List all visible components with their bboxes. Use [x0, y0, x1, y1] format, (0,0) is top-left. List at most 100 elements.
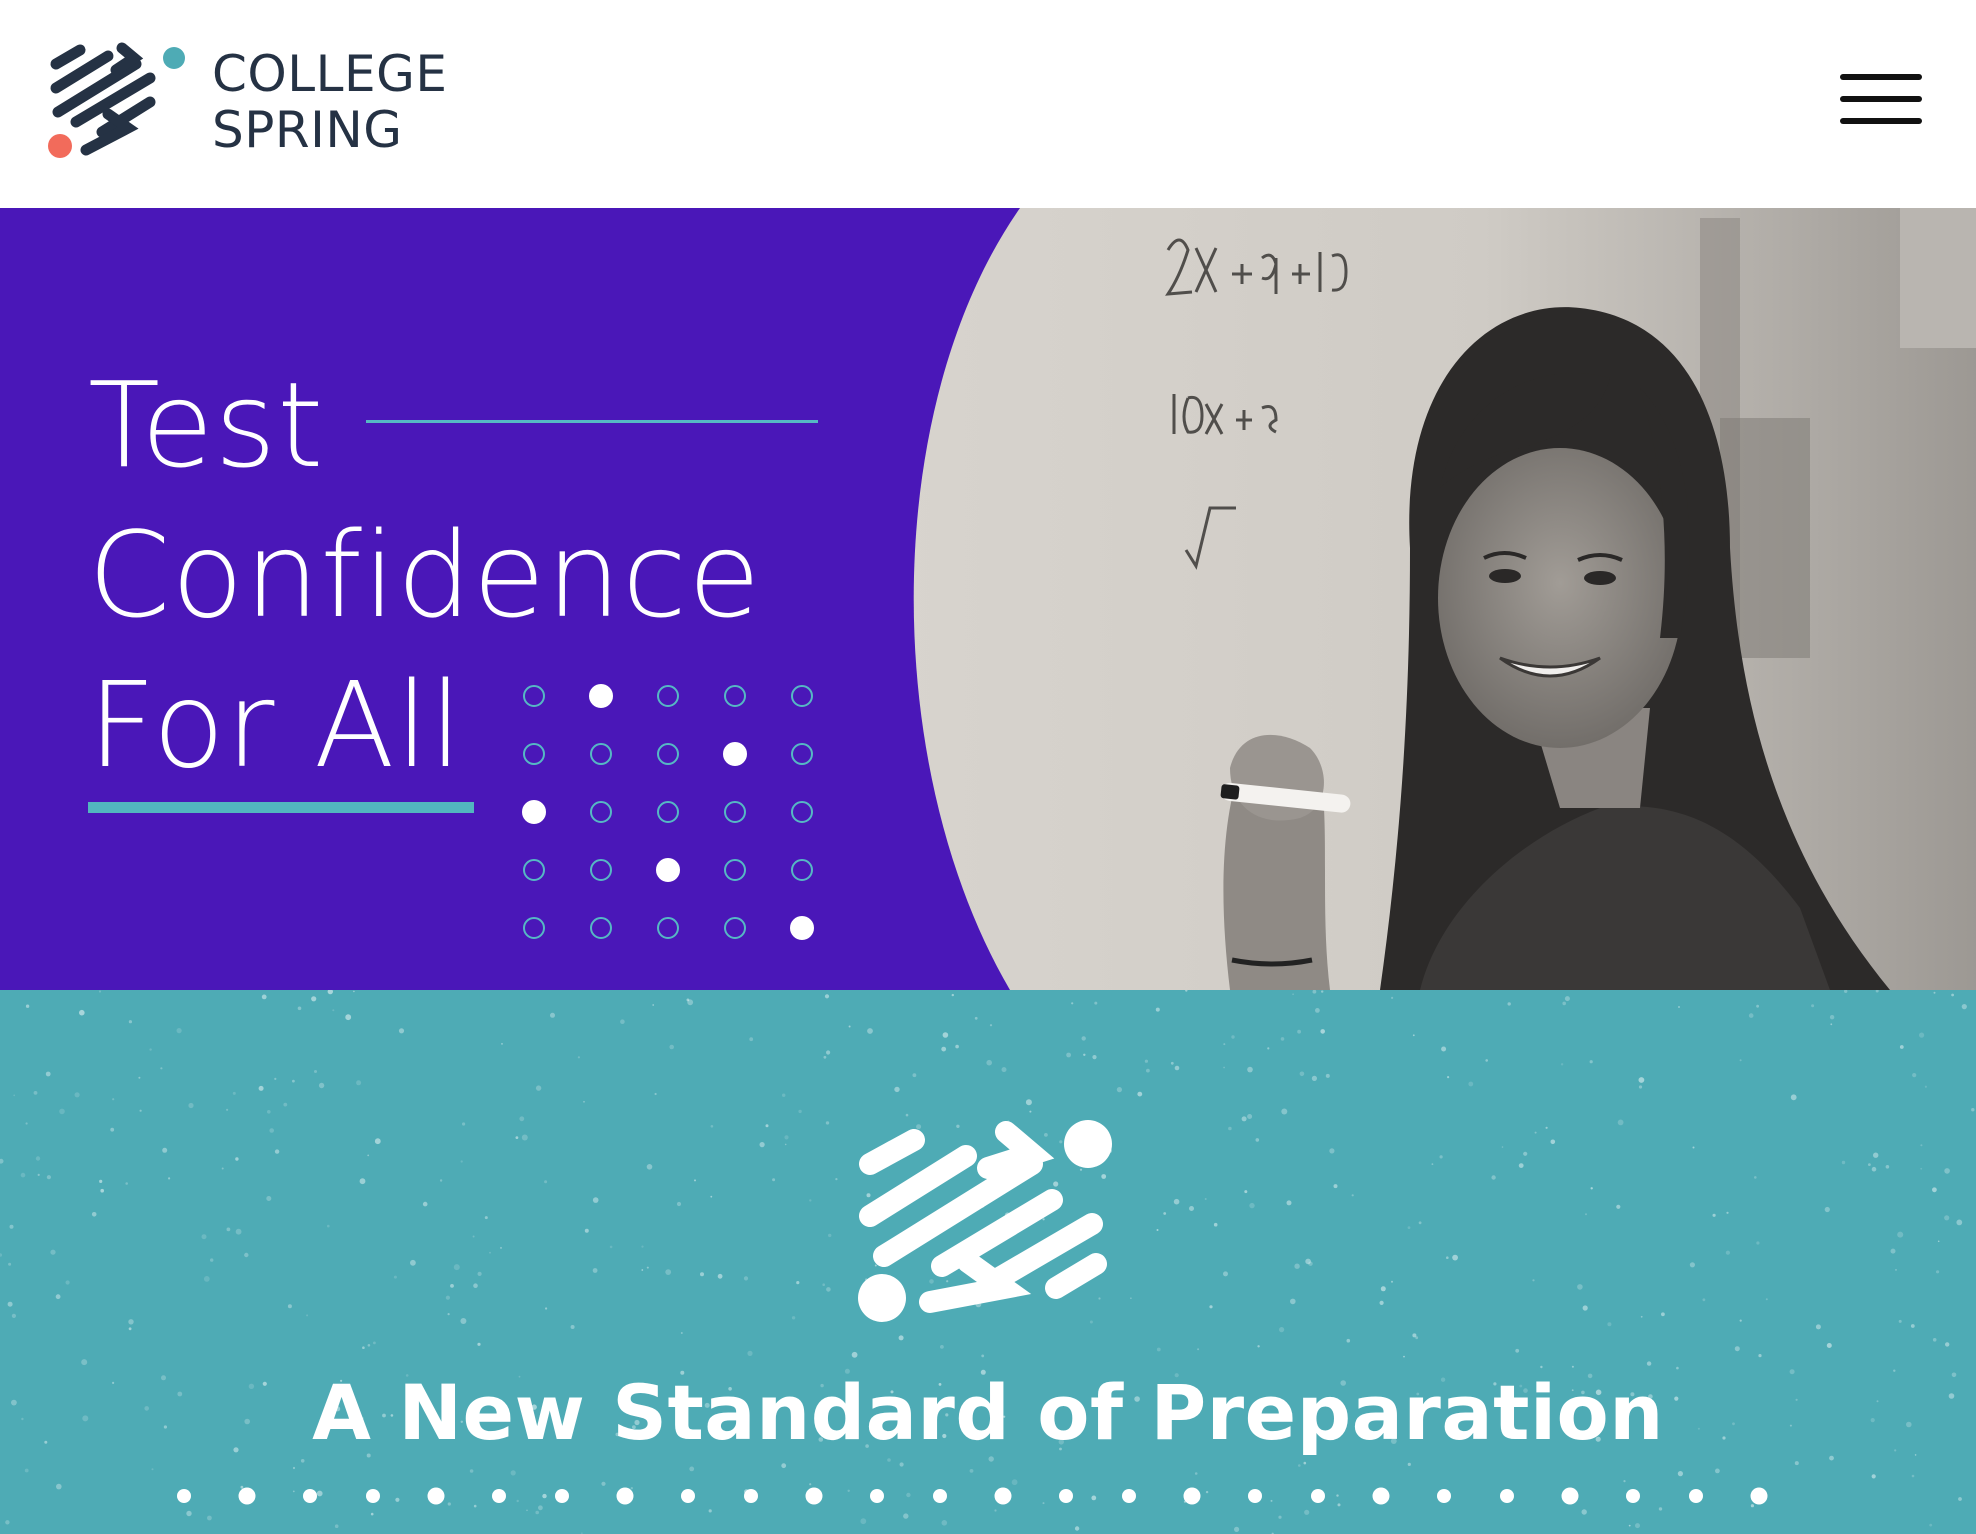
speckle-dot — [100, 1188, 104, 1193]
speckle-dot — [1873, 1152, 1879, 1158]
hamburger-menu-icon[interactable] — [1840, 74, 1922, 126]
speckle-dot — [297, 1006, 302, 1011]
speckle-dot — [353, 990, 355, 993]
speckle-dot — [1532, 1279, 1535, 1282]
speckle-dot — [1431, 1163, 1434, 1165]
speckle-dot — [445, 1295, 450, 1300]
speckle-dot — [1279, 1327, 1285, 1333]
speckle-dot — [710, 1195, 713, 1198]
speckle-dot — [1485, 1059, 1488, 1062]
speckle-dot — [1826, 1343, 1832, 1348]
speckle-dot — [1249, 1202, 1255, 1209]
speckle-dot — [1223, 1066, 1225, 1069]
speckle-dot — [798, 1109, 802, 1114]
hero-accent-line — [366, 420, 818, 423]
speckle-dot — [583, 1101, 585, 1103]
speckle-dot — [1197, 1348, 1200, 1351]
speckle-dot — [689, 1466, 695, 1472]
grid-dot-outline — [523, 917, 545, 939]
speckle-dot — [1155, 1007, 1160, 1012]
row-dot — [1437, 1489, 1451, 1503]
speckle-dot — [1228, 1126, 1232, 1131]
speckle-dot — [45, 1071, 51, 1077]
speckle-dot — [1936, 1270, 1940, 1274]
grid-dot-filled — [589, 684, 613, 708]
speckle-dot — [1066, 1052, 1071, 1058]
speckle-dot — [1204, 1198, 1207, 1200]
speckle-dot — [1407, 1462, 1411, 1466]
speckle-dot — [1290, 1298, 1296, 1305]
speckle-dot — [110, 1127, 115, 1132]
speckle-dot — [1811, 1004, 1815, 1008]
speckle-dot — [489, 1251, 491, 1254]
grid-dot-outline — [724, 685, 746, 707]
grid-dot-outline — [724, 859, 746, 881]
speckle-dot — [37, 1173, 40, 1176]
speckle-dot — [1329, 1148, 1335, 1154]
speckle-dot — [1311, 1075, 1317, 1081]
speckle-dot — [112, 1098, 115, 1101]
speckle-dot — [1223, 1271, 1228, 1277]
hero-title-underline — [88, 802, 474, 813]
speckle-dot — [1303, 1461, 1307, 1465]
speckle-dot — [1677, 1471, 1683, 1477]
speckle-dot — [1074, 1526, 1080, 1531]
speckle-dot — [188, 1102, 194, 1109]
speckle-dot — [460, 1318, 467, 1324]
speckle-dot — [521, 1134, 528, 1141]
speckle-dot — [969, 1469, 974, 1473]
college-spring-logo[interactable]: COLLEGE SPRING — [46, 42, 486, 162]
speckle-dot — [261, 994, 267, 1000]
speckle-dot — [7, 1301, 13, 1307]
speckle-dot — [1241, 1116, 1247, 1122]
speckle-dot — [1304, 1509, 1310, 1515]
speckle-dot — [460, 1160, 463, 1163]
speckle-dot — [1712, 1213, 1716, 1217]
speckle-dot — [1351, 1194, 1354, 1197]
grid-dot-outline — [523, 743, 545, 765]
speckle-dot — [266, 1196, 272, 1201]
speckle-dot — [232, 1091, 236, 1095]
speckle-dot — [1944, 1168, 1950, 1174]
speckle-dot — [1170, 1061, 1174, 1065]
grid-dot-outline — [791, 743, 813, 765]
speckle-dot — [1308, 1261, 1313, 1266]
grid-dot-outline — [657, 917, 679, 939]
speckle-dot — [25, 1004, 30, 1008]
speckle-dot — [784, 1143, 787, 1146]
speckle-dot — [203, 1276, 210, 1282]
speckle-dot — [139, 1109, 142, 1112]
grid-dot-filled — [723, 742, 747, 766]
speckle-dot — [1092, 1055, 1097, 1060]
speckle-dot — [1439, 1155, 1443, 1159]
speckle-dot — [370, 1512, 374, 1516]
speckle-dot — [1213, 1222, 1218, 1227]
speckle-dot — [374, 1138, 381, 1145]
speckle-dot — [1029, 1110, 1032, 1113]
speckle-dot — [641, 1269, 644, 1271]
speckle-dot — [654, 1092, 657, 1096]
speckle-dot — [65, 1280, 70, 1285]
row-dot — [427, 1487, 445, 1505]
speckle-dot — [20, 1172, 26, 1178]
speckle-dot — [55, 1294, 61, 1300]
speckle-dot — [500, 1246, 502, 1249]
speckle-dot — [1501, 1146, 1504, 1148]
speckle-dot — [235, 1228, 242, 1235]
speckle-dot — [149, 1048, 152, 1051]
speckle-dot — [747, 1350, 753, 1356]
speckle-dot — [1692, 1146, 1695, 1149]
speckle-dot — [646, 1164, 653, 1170]
speckle-dot — [484, 1216, 488, 1220]
speckle-dot — [81, 1359, 88, 1366]
speckle-dot — [955, 1044, 959, 1049]
speckle-dot — [510, 1470, 516, 1476]
speckle-dot — [1418, 1221, 1422, 1225]
speckle-dot — [1299, 1071, 1305, 1077]
speckle-dot — [1156, 1229, 1159, 1231]
speckle-dot — [822, 1283, 825, 1286]
speckle-dot — [584, 1228, 589, 1233]
speckle-dot — [809, 1199, 812, 1202]
row-dot — [492, 1489, 506, 1503]
speckle-dot — [676, 1201, 682, 1207]
